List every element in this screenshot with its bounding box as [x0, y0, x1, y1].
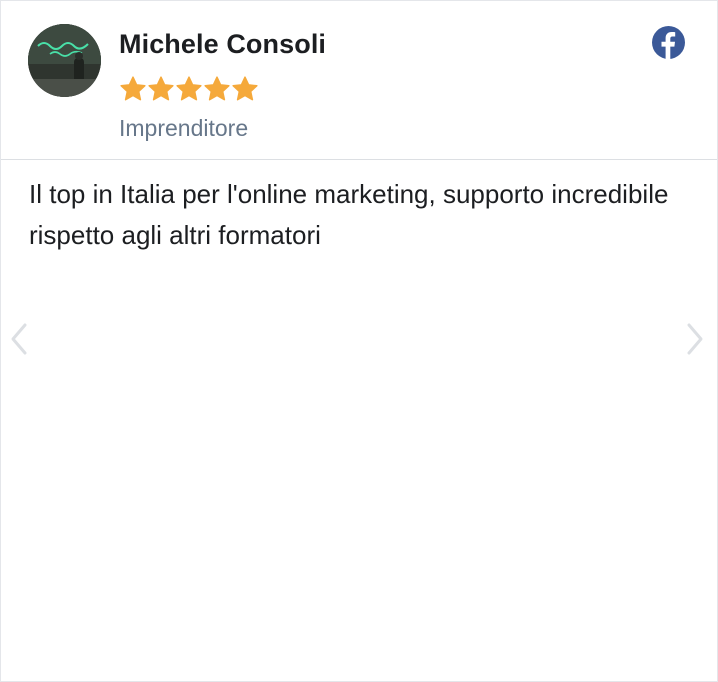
star-icon — [204, 76, 230, 101]
author-name: Michele Consoli — [119, 29, 327, 59]
chevron-right-icon[interactable] — [683, 319, 707, 359]
review-header: Michele Consoli Imprenditore — [1, 1, 717, 160]
review-card: Michele Consoli Imprenditore Il top in I… — [0, 0, 718, 682]
facebook-icon[interactable] — [652, 26, 685, 59]
star-rating — [119, 75, 259, 103]
review-text: Il top in Italia per l'online marketing,… — [29, 179, 669, 250]
star-icon — [148, 76, 174, 101]
star-icon — [232, 76, 258, 101]
author-role: Imprenditore — [119, 115, 249, 141]
chevron-left-icon[interactable] — [7, 319, 31, 359]
star-icon — [176, 76, 202, 101]
star-icon — [120, 76, 146, 101]
avatar — [28, 24, 101, 97]
